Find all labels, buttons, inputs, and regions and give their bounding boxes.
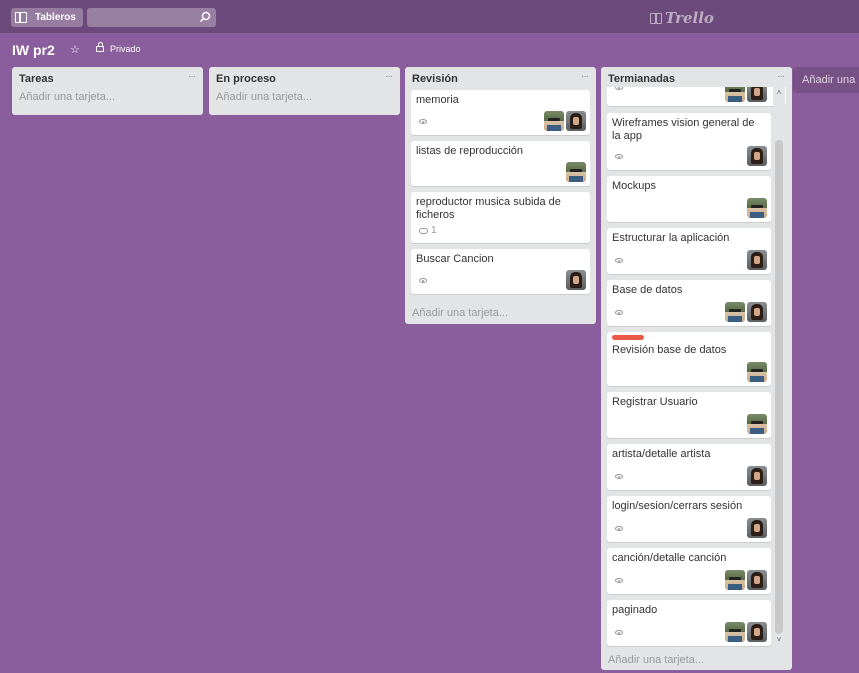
member-avatar[interactable] <box>566 111 586 131</box>
board-title[interactable]: IW pr2 <box>12 42 55 58</box>
card[interactable]: Wireframes vision general de la app <box>607 113 771 170</box>
add-card-link[interactable]: Añadir una tarjeta... <box>12 87 203 107</box>
card[interactable]: Buscar Cancion <box>411 249 590 294</box>
search-input[interactable] <box>87 8 197 27</box>
privacy-label[interactable]: Privado <box>110 44 141 54</box>
list-header[interactable]: En proceso ··· <box>209 67 400 87</box>
list-header[interactable]: Tareas ··· <box>12 67 203 87</box>
list-tareas: Tareas ··· Añadir una tarjeta... <box>12 67 203 115</box>
member-avatar[interactable] <box>747 622 767 642</box>
list-title[interactable]: Revisión <box>412 73 458 85</box>
card-title: canción/detalle canción <box>612 552 727 564</box>
card[interactable]: Mockups <box>607 176 771 222</box>
list-terminadas: Termianadas ··· Termianadas ··· Wirefram… <box>601 67 792 670</box>
list-title[interactable]: En proceso <box>216 73 276 85</box>
card[interactable]: paginado <box>607 600 771 646</box>
member-avatar[interactable] <box>747 466 767 486</box>
add-card-link[interactable]: Añadir una tarjeta... <box>405 303 515 323</box>
watch-icon <box>615 630 623 635</box>
lock-icon <box>96 42 104 52</box>
card-title: listas de reproducción <box>416 145 524 157</box>
comment-icon <box>419 228 428 234</box>
member-avatar[interactable] <box>725 622 745 642</box>
list-header[interactable]: Revisión ··· <box>405 67 596 87</box>
list-menu-icon[interactable]: ··· <box>777 71 785 82</box>
logo-text: Trello <box>665 9 714 27</box>
comment-count: 1 <box>431 225 437 236</box>
search-box[interactable] <box>87 8 216 27</box>
member-avatar[interactable] <box>747 414 767 434</box>
card-title: Revisión base de datos <box>612 344 727 356</box>
boards-button-label: Tableros <box>35 12 76 23</box>
card[interactable]: memoria <box>411 90 590 135</box>
list-header-overlay: Termianadas ··· <box>601 67 792 87</box>
watch-icon <box>615 154 623 159</box>
watch-icon <box>615 578 623 583</box>
card-title: Base de datos <box>612 284 683 296</box>
card[interactable]: listas de reproducción <box>411 141 590 186</box>
card-title: paginado <box>612 604 658 616</box>
boards-button[interactable]: Tableros <box>11 8 83 27</box>
member-avatar[interactable] <box>747 518 767 538</box>
member-avatar[interactable] <box>747 250 767 270</box>
card[interactable]: Estructurar la aplicación <box>607 228 771 274</box>
card-title: Wireframes vision general de la app <box>612 117 755 142</box>
add-list-button[interactable]: Añadir una lis <box>793 67 859 93</box>
boards-icon <box>15 12 27 23</box>
member-avatar[interactable] <box>747 146 767 166</box>
scroll-down-arrow-icon[interactable]: ˅ <box>775 636 783 644</box>
member-avatar[interactable] <box>725 302 745 322</box>
watch-icon <box>615 310 623 315</box>
watch-icon <box>419 278 427 283</box>
card-title: login/sesion/cerrars sesión <box>612 500 743 512</box>
search-icon[interactable] <box>199 11 211 23</box>
list-title[interactable]: Tareas <box>19 73 54 85</box>
card-title: Mockups <box>612 180 657 192</box>
watch-icon <box>615 258 623 263</box>
trello-logo-icon <box>650 12 662 24</box>
list-revision: Revisión ··· memoria listas de reproducc… <box>405 67 596 324</box>
member-avatar[interactable] <box>725 570 745 590</box>
member-avatar[interactable] <box>747 302 767 322</box>
member-avatar[interactable] <box>566 162 586 182</box>
list-scrollbar-thumb[interactable] <box>775 140 783 634</box>
card[interactable]: canción/detalle canción <box>607 548 771 594</box>
top-header: Tableros Trello <box>0 0 859 33</box>
list-menu-icon[interactable]: ··· <box>188 71 196 82</box>
add-card-link[interactable]: Añadir una tarjeta... <box>601 650 711 670</box>
list-en-proceso: En proceso ··· Añadir una tarjeta... <box>209 67 400 115</box>
watch-icon <box>615 526 623 531</box>
card-title: memoria <box>416 94 459 106</box>
watch-icon <box>419 119 427 124</box>
card[interactable]: Base de datos <box>607 280 771 326</box>
member-avatar[interactable] <box>747 362 767 382</box>
member-avatar[interactable] <box>747 198 767 218</box>
card-title: artista/detalle artista <box>612 448 711 460</box>
card[interactable]: artista/detalle artista <box>607 444 771 490</box>
card-title: Estructurar la aplicación <box>612 232 730 244</box>
card-title: Registrar Usuario <box>612 396 698 408</box>
card[interactable]: reproductor musica subida de ficheros 1 <box>411 192 590 243</box>
list-menu-icon[interactable]: ··· <box>385 71 393 82</box>
star-icon[interactable]: ☆ <box>70 43 80 56</box>
member-avatar[interactable] <box>566 270 586 290</box>
member-avatar[interactable] <box>544 111 564 131</box>
card-label-red[interactable] <box>612 335 644 340</box>
list-title: Termianadas <box>608 73 676 85</box>
card-title: reproductor musica subida de ficheros <box>416 196 561 221</box>
list-menu-icon[interactable]: ··· <box>581 71 589 82</box>
card[interactable]: Registrar Usuario <box>607 392 771 438</box>
scroll-up-arrow-icon[interactable]: ˄ <box>775 89 783 97</box>
card-title: Buscar Cancion <box>416 253 494 265</box>
card[interactable]: Revisión base de datos <box>607 332 771 386</box>
member-avatar[interactable] <box>747 570 767 590</box>
watch-icon <box>615 474 623 479</box>
card[interactable]: login/sesion/cerrars sesión <box>607 496 771 542</box>
trello-logo[interactable]: Trello <box>650 8 714 28</box>
add-card-link[interactable]: Añadir una tarjeta... <box>209 87 400 107</box>
